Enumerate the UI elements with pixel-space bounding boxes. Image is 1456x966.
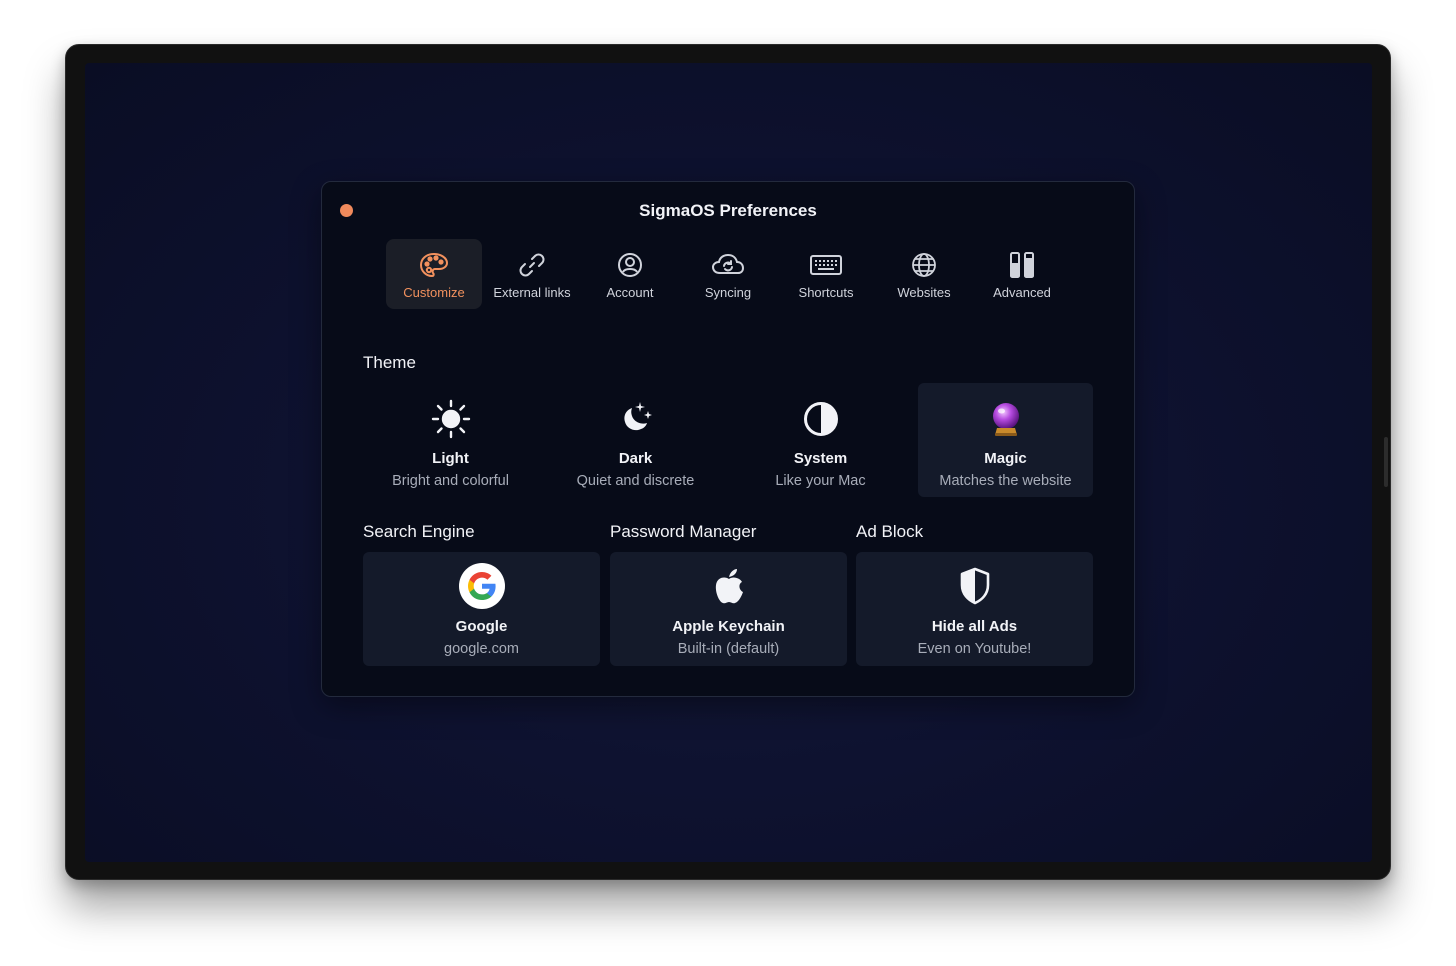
theme-subtitle: Like your Mac	[775, 473, 866, 489]
frame-notch	[1384, 437, 1388, 487]
tab-customize[interactable]: Customize	[386, 239, 482, 309]
globe-icon	[910, 251, 938, 279]
tab-syncing[interactable]: Syncing	[680, 239, 776, 309]
keyboard-icon	[810, 251, 842, 279]
crystal-ball-icon	[918, 399, 1093, 439]
theme-subtitle: Bright and colorful	[392, 473, 509, 489]
password-manager-card[interactable]: Apple Keychain Built-in (default)	[610, 552, 847, 666]
desktop-background: SigmaOS Preferences Customize External l…	[85, 63, 1372, 862]
theme-heading: Theme	[363, 353, 416, 372]
tab-label: Websites	[897, 285, 951, 300]
theme-subtitle: Matches the website	[939, 473, 1072, 489]
password-manager-subtitle: Built-in (default)	[677, 641, 780, 657]
display-frame: SigmaOS Preferences Customize External l…	[65, 44, 1391, 880]
search-engine-card[interactable]: Google google.com	[363, 552, 600, 666]
search-engine-heading: Search Engine	[363, 522, 475, 541]
tab-external-links[interactable]: External links	[484, 239, 580, 309]
tab-account[interactable]: Account	[582, 239, 678, 309]
tab-label: Shortcuts	[798, 285, 854, 300]
password-manager-name: Apple Keychain	[672, 618, 785, 635]
theme-option-system[interactable]: System Like your Mac	[733, 383, 908, 497]
moon-stars-icon	[548, 399, 723, 439]
theme-option-dark[interactable]: Dark Quiet and discrete	[548, 383, 723, 497]
account-icon	[616, 251, 644, 279]
theme-name: Magic	[984, 450, 1027, 467]
tab-label: External links	[493, 285, 571, 300]
password-manager-heading: Password Manager	[610, 522, 757, 541]
link-icon	[518, 251, 546, 279]
tab-shortcuts[interactable]: Shortcuts	[778, 239, 874, 309]
half-circle-icon	[733, 399, 908, 439]
tab-websites[interactable]: Websites	[876, 239, 972, 309]
theme-option-light[interactable]: Light Bright and colorful	[363, 383, 538, 497]
theme-option-magic[interactable]: Magic Matches the website	[918, 383, 1093, 497]
apple-icon	[610, 562, 847, 610]
search-engine-name: Google	[455, 618, 508, 635]
tab-label: Customize	[403, 285, 465, 300]
preferences-window: SigmaOS Preferences Customize External l…	[321, 181, 1135, 697]
sun-icon	[363, 399, 538, 439]
tab-bar: Customize External links Account Syncing…	[386, 239, 1070, 309]
shield-icon	[856, 562, 1093, 610]
theme-subtitle: Quiet and discrete	[576, 473, 695, 489]
tab-advanced[interactable]: Advanced	[974, 239, 1070, 309]
ad-block-heading: Ad Block	[856, 522, 924, 541]
search-engine-subtitle: google.com	[444, 641, 519, 657]
ad-block-name: Hide all Ads	[931, 618, 1018, 635]
window-title: SigmaOS Preferences	[639, 201, 817, 220]
theme-name: Light	[432, 450, 469, 467]
tab-label: Account	[606, 285, 654, 300]
ad-block-card[interactable]: Hide all Ads Even on Youtube!	[856, 552, 1093, 666]
ad-block-subtitle: Even on Youtube!	[917, 641, 1032, 657]
theme-name: Dark	[618, 450, 653, 467]
tab-label: Syncing	[704, 285, 752, 300]
theme-options: Light Bright and colorful Dark Quiet and…	[363, 383, 1093, 497]
cloud-sync-icon	[711, 251, 745, 279]
test-tubes-icon	[1007, 251, 1037, 279]
tab-label: Advanced	[993, 285, 1051, 300]
theme-name: System	[793, 450, 848, 467]
google-icon	[363, 562, 600, 610]
palette-icon	[419, 251, 449, 279]
